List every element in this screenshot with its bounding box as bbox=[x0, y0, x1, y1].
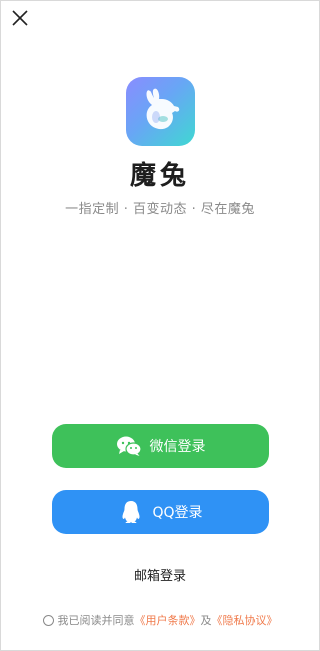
app-name: 魔兔 bbox=[129, 161, 190, 191]
app-tagline: 一指定制 · 百变动态 · 尽在魔兔 bbox=[65, 202, 255, 217]
terms-link[interactable]: 《用户条款》 bbox=[135, 612, 201, 628]
rabbit-logo-icon bbox=[126, 77, 195, 146]
close-icon[interactable] bbox=[10, 8, 30, 28]
agreement-conjunction: 及 bbox=[200, 614, 212, 627]
wechat-login-button[interactable]: 微信登录 bbox=[52, 424, 269, 468]
qq-penguin-icon bbox=[118, 500, 144, 524]
qq-login-button[interactable]: QQ登录 bbox=[52, 490, 269, 534]
qq-login-label: QQ登录 bbox=[152, 505, 203, 521]
email-login-link[interactable]: 邮箱登录 bbox=[0, 565, 320, 584]
wechat-login-label: 微信登录 bbox=[149, 439, 206, 455]
agreement-text: 我已阅读并同意 bbox=[57, 614, 135, 627]
privacy-link[interactable]: 《隐私协议》 bbox=[212, 612, 278, 628]
radio-unchecked-icon[interactable] bbox=[42, 614, 54, 626]
wechat-icon bbox=[116, 434, 142, 458]
agreement-row: 我已阅读并同意 《用户条款》 及 《隐私协议》 bbox=[0, 612, 320, 628]
